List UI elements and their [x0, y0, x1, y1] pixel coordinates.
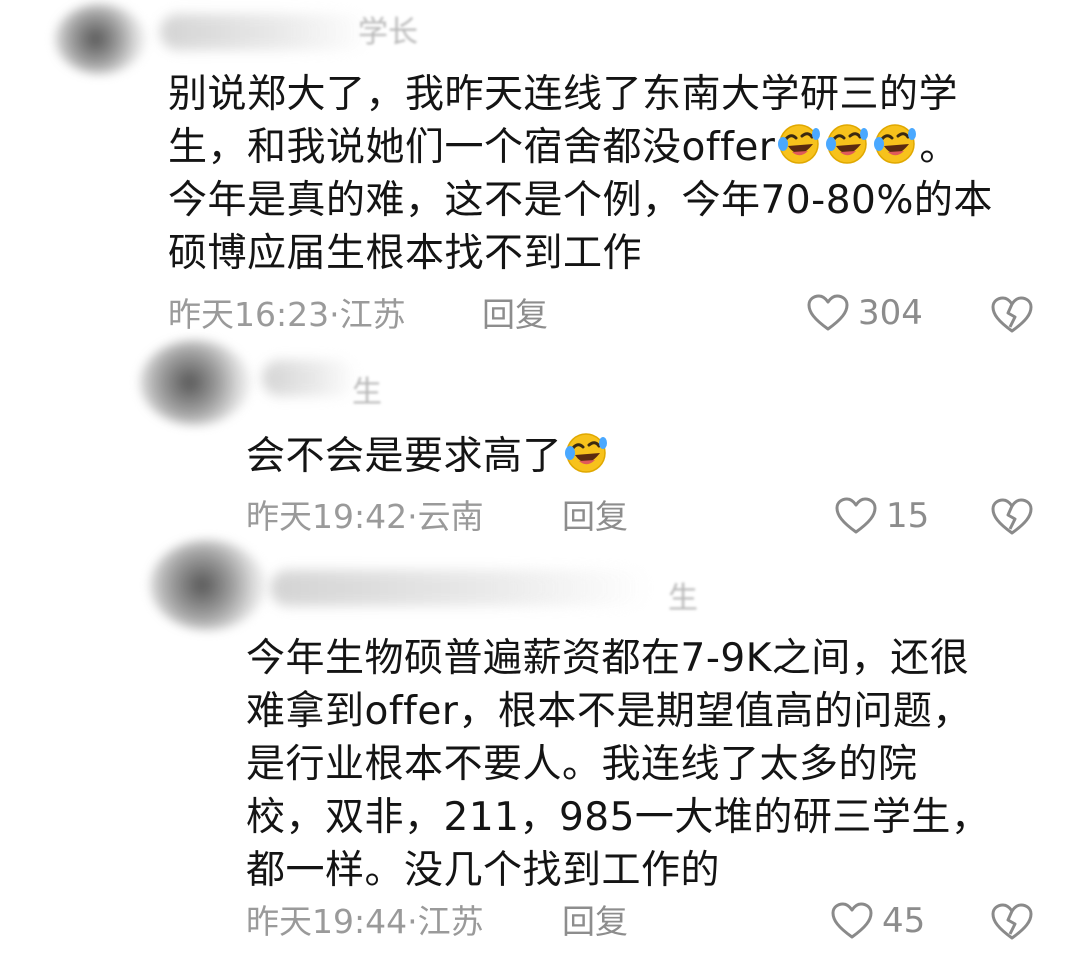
- heart-outline-icon: [830, 901, 874, 941]
- comment-timestamp-location: 昨天19:42·云南: [246, 497, 484, 536]
- rofl-emoji-icon: [777, 122, 821, 166]
- comment-text: 今年生物硕普遍薪资都在7-9K之间，还很 难拿到offer，根本不是期望值高的问…: [246, 636, 991, 893]
- username-visible: 生: [352, 375, 382, 410]
- rofl-emoji-icon: [825, 122, 869, 166]
- like-count: 304: [858, 293, 923, 333]
- like-button[interactable]: 45: [830, 901, 925, 941]
- username-visible: 生: [668, 581, 698, 616]
- reply-button[interactable]: 回复: [482, 298, 548, 331]
- heart-outline-icon: [806, 293, 850, 333]
- heart-outline-icon: [834, 496, 878, 536]
- like-count: 45: [882, 901, 926, 941]
- avatar[interactable]: [140, 340, 250, 425]
- username-redacted[interactable]: [262, 360, 357, 396]
- avatar[interactable]: [55, 4, 145, 74]
- broken-heart-icon[interactable]: [990, 902, 1034, 942]
- broken-heart-icon[interactable]: [990, 497, 1034, 537]
- like-button[interactable]: 304: [806, 293, 923, 333]
- like-count: 15: [886, 496, 930, 536]
- comment-text: 会不会是要求高了: [246, 430, 610, 483]
- comment-timestamp-location: 昨天19:44·江苏: [246, 902, 484, 941]
- like-button[interactable]: 15: [834, 496, 929, 536]
- avatar[interactable]: [150, 540, 265, 630]
- reply-button[interactable]: 回复: [562, 500, 628, 533]
- rofl-emoji-icon: [873, 122, 917, 166]
- comment-timestamp-location: 昨天16:23·江苏: [168, 295, 406, 334]
- username-redacted[interactable]: [160, 14, 370, 50]
- username-redacted[interactable]: [270, 570, 650, 606]
- comment-text: 别说郑大了，我昨天连线了东南大学研三的学 生，和我说她们一个宿舍都没offer。…: [168, 72, 993, 276]
- rofl-emoji-icon: [564, 431, 608, 475]
- broken-heart-icon[interactable]: [990, 295, 1034, 335]
- username-visible: 学长: [358, 15, 418, 50]
- reply-button[interactable]: 回复: [562, 905, 628, 938]
